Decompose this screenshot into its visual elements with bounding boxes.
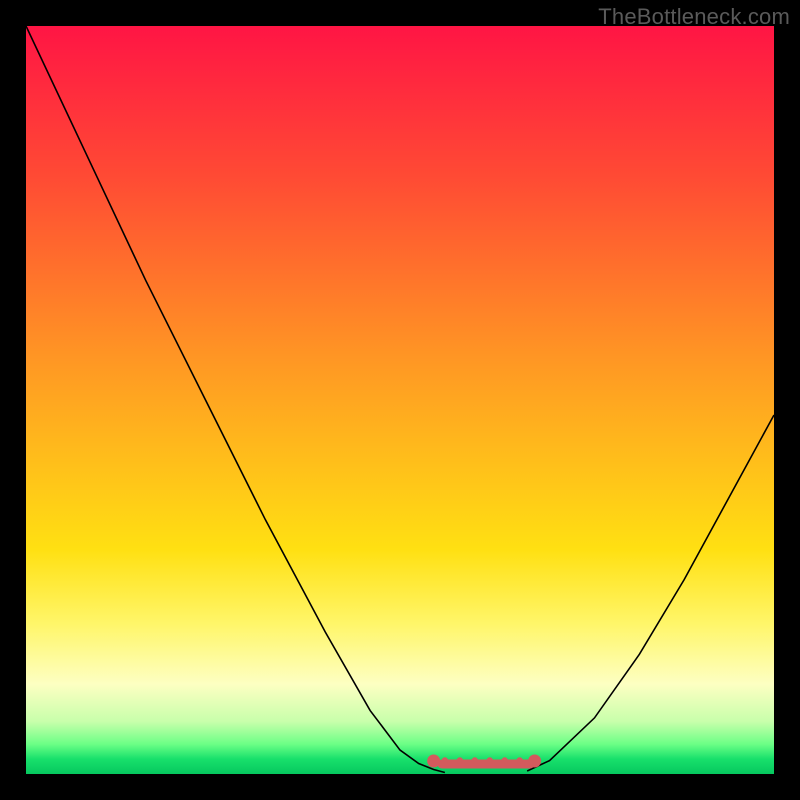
curve-left — [26, 26, 445, 773]
curve-right — [527, 415, 774, 771]
watermark-text: TheBottleneck.com — [598, 4, 790, 30]
chart-svg — [26, 26, 774, 774]
chart-frame: TheBottleneck.com — [0, 0, 800, 800]
plot-area — [26, 26, 774, 774]
